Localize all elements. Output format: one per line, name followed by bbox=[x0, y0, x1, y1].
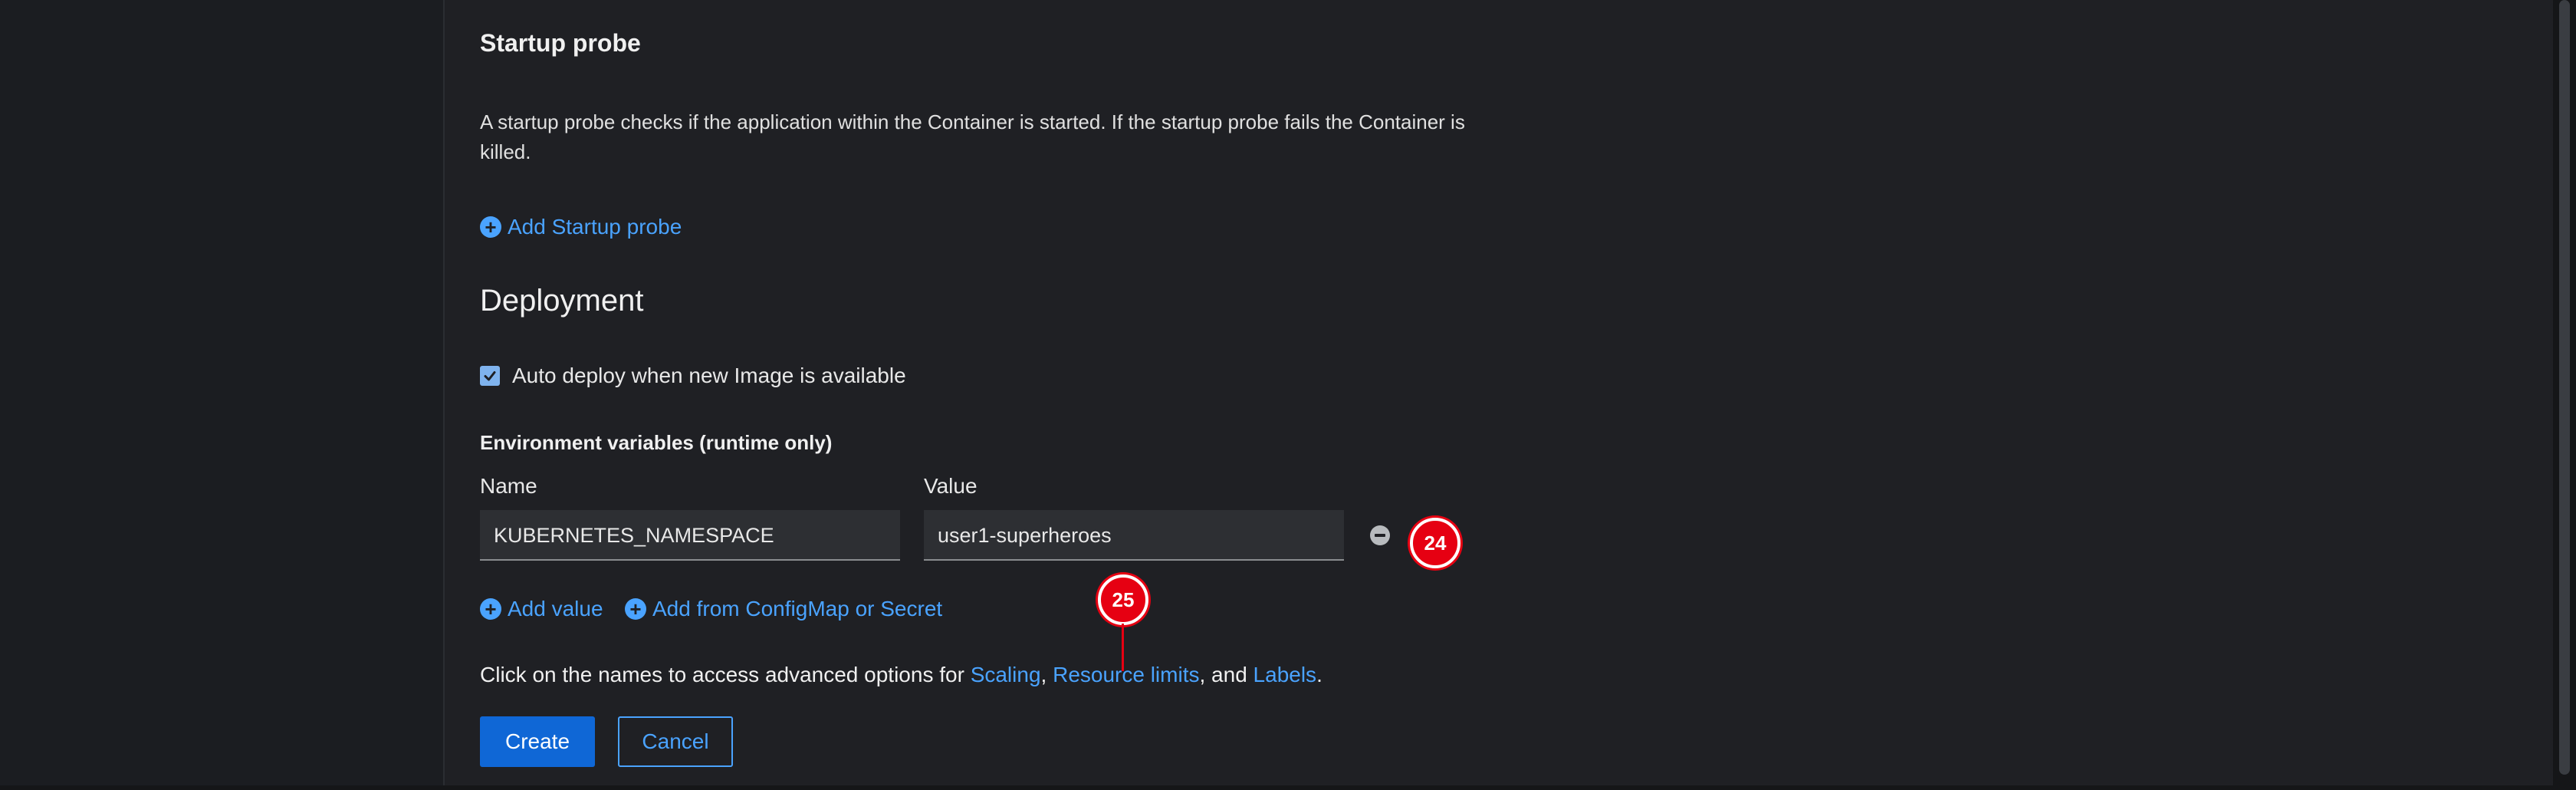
auto-deploy-option[interactable]: Auto deploy when new Image is available bbox=[480, 364, 906, 388]
add-startup-probe-label: Add Startup probe bbox=[508, 215, 682, 239]
advanced-options-text: Click on the names to access advanced op… bbox=[480, 663, 1322, 687]
add-value-link[interactable]: + Add value bbox=[480, 597, 603, 621]
startup-probe-description: A startup probe checks if the applicatio… bbox=[480, 110, 1465, 163]
annotation-marker-24: 24 bbox=[1410, 518, 1460, 568]
advanced-suffix: . bbox=[1316, 663, 1322, 686]
env-vars-title: Environment variables (runtime only) bbox=[480, 431, 833, 454]
add-startup-probe-link[interactable]: + Add Startup probe bbox=[480, 215, 682, 239]
annotation-marker-25: 25 bbox=[1098, 574, 1148, 625]
add-from-configmap-link[interactable]: + Add from ConfigMap or Secret bbox=[625, 597, 942, 621]
auto-deploy-checkbox[interactable] bbox=[480, 366, 500, 386]
plus-circle-icon: + bbox=[625, 598, 646, 620]
plus-circle-icon: + bbox=[480, 216, 501, 238]
auto-deploy-label: Auto deploy when new Image is available bbox=[512, 364, 906, 387]
add-value-label: Add value bbox=[508, 597, 603, 620]
env-name-input[interactable]: KUBERNETES_NAMESPACE bbox=[480, 510, 900, 561]
startup-probe-title: Startup probe bbox=[480, 29, 641, 57]
create-button[interactable]: Create bbox=[480, 716, 595, 767]
env-value-label: Value bbox=[924, 474, 978, 498]
resource-limits-link[interactable]: Resource limits bbox=[1053, 663, 1199, 686]
advanced-sep1: , bbox=[1040, 663, 1053, 686]
labels-link[interactable]: Labels bbox=[1254, 663, 1317, 686]
vertical-scrollbar[interactable] bbox=[2553, 0, 2576, 790]
advanced-sep2: , and bbox=[1199, 663, 1254, 686]
env-name-label: Name bbox=[480, 474, 537, 498]
plus-circle-icon: + bbox=[480, 598, 501, 620]
scrollbar-thumb[interactable] bbox=[2559, 0, 2570, 775]
advanced-prefix: Click on the names to access advanced op… bbox=[480, 663, 971, 686]
env-value-input[interactable]: user1-superheroes bbox=[924, 510, 1344, 561]
deployment-title: Deployment bbox=[480, 284, 644, 318]
add-from-configmap-label: Add from ConfigMap or Secret bbox=[652, 597, 943, 620]
checkmark-icon bbox=[484, 371, 496, 381]
bottom-edge bbox=[0, 785, 2553, 790]
remove-env-row-icon[interactable] bbox=[1370, 525, 1390, 545]
scaling-link[interactable]: Scaling bbox=[971, 663, 1041, 686]
left-side-panel bbox=[0, 0, 445, 790]
minus-bar bbox=[1375, 534, 1385, 537]
cancel-button[interactable]: Cancel bbox=[618, 716, 733, 767]
